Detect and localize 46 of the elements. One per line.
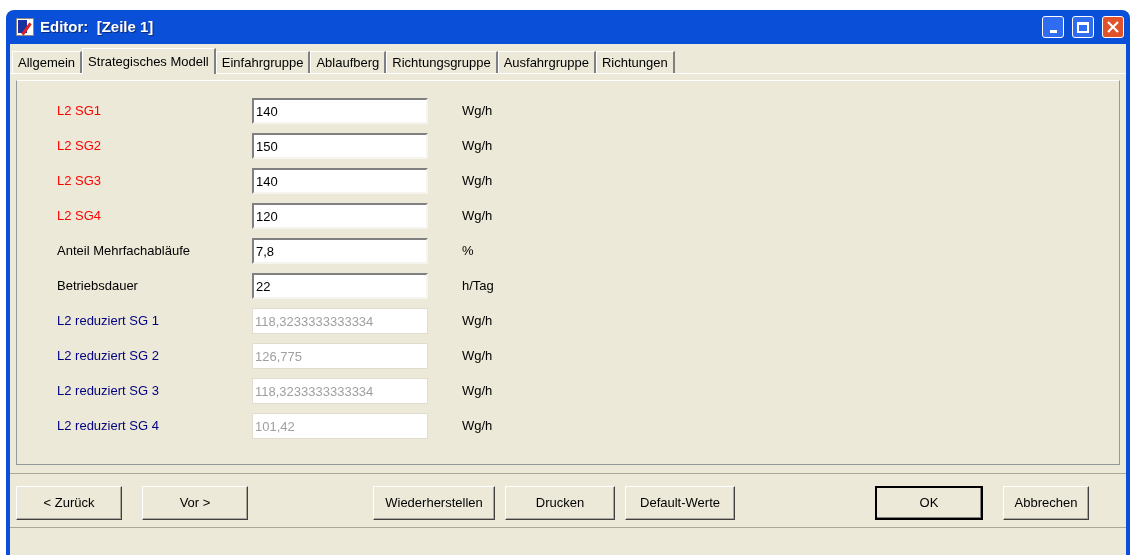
dialog-button[interactable]: < Zurück xyxy=(16,485,122,520)
tab[interactable]: Allgemein xyxy=(12,51,83,73)
tab[interactable]: Richtungen xyxy=(595,51,675,73)
dialog-button[interactable]: Default-Werte xyxy=(625,485,735,520)
field-label: L2 reduziert SG 4 xyxy=(57,417,160,436)
field-label: L2 reduziert SG 1 xyxy=(57,312,160,331)
dialog-button[interactable]: Drucken xyxy=(505,485,615,520)
close-button[interactable] xyxy=(1102,16,1124,38)
unit-label: Wg/h xyxy=(462,347,493,366)
close-icon xyxy=(1107,21,1119,33)
unit-label: Wg/h xyxy=(462,417,493,436)
unit-label: Wg/h xyxy=(462,137,493,156)
unit-label: Wg/h xyxy=(462,312,493,331)
unit-label: Wg/h xyxy=(462,382,493,401)
input-field[interactable]: 150 xyxy=(252,133,428,159)
field-label: L2 SG2 xyxy=(57,137,103,156)
unit-label: Wg/h xyxy=(462,102,493,121)
unit-label: Wg/h xyxy=(462,172,493,191)
field-label: L2 SG3 xyxy=(57,172,103,191)
field-label: L2 SG4 xyxy=(57,207,103,226)
input-field[interactable]: 140 xyxy=(252,98,428,124)
input-field[interactable]: 120 xyxy=(252,203,428,229)
tab[interactable]: Einfahrgruppe xyxy=(215,51,311,73)
field-label: L2 SG1 xyxy=(57,102,103,121)
input-field[interactable]: 140 xyxy=(252,168,428,194)
minimize-button[interactable] xyxy=(1042,16,1064,38)
field-label: L2 reduziert SG 3 xyxy=(57,382,160,401)
unit-label: h/Tag xyxy=(462,277,494,296)
input-field[interactable]: 22 xyxy=(252,273,428,299)
field-label: L2 reduziert SG 2 xyxy=(57,347,160,366)
tab[interactable]: Richtungsgruppe xyxy=(386,51,498,73)
field-label: Anteil Mehrfachabläufe xyxy=(57,242,191,261)
input-field[interactable]: 7,8 xyxy=(252,238,428,264)
dialog-button[interactable]: Abbrechen xyxy=(1003,485,1089,520)
window-title: Editor: [Zeile 1] xyxy=(40,16,154,37)
dialog-button[interactable]: OK xyxy=(875,485,983,520)
dialog-button[interactable]: Wiederherstellen xyxy=(373,485,495,520)
tab[interactable]: Ablaufberg xyxy=(310,51,387,73)
dialog-button[interactable]: Vor > xyxy=(142,485,248,520)
tab[interactable]: Strategisches Modell xyxy=(82,48,216,74)
field-label: Betriebsdauer xyxy=(57,277,139,296)
unit-label: Wg/h xyxy=(462,207,493,226)
unit-label: % xyxy=(462,242,474,261)
app-icon xyxy=(16,18,34,36)
tab[interactable]: Ausfahrgruppe xyxy=(497,51,596,73)
maximize-button[interactable] xyxy=(1072,16,1094,38)
